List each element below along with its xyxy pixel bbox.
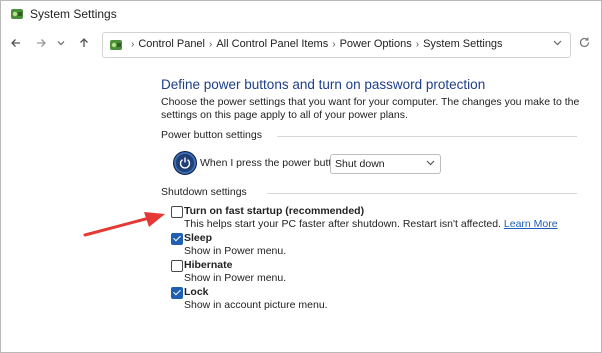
- breadcrumb-system-settings[interactable]: System Settings: [423, 38, 502, 50]
- sleep-description: Show in Power menu.: [184, 245, 287, 257]
- breadcrumb: › Control Panel › All Control Panel Items › P…: [127, 38, 503, 50]
- address-bar[interactable]: › Control Panel › All Control Panel Items › P…: [102, 32, 571, 58]
- section-divider: [277, 136, 577, 137]
- power-button-section-label: Power button settings: [161, 129, 262, 141]
- power-button-action-select[interactable]: Shut down: [330, 154, 441, 174]
- breadcrumb-all-items[interactable]: All Control Panel Items: [216, 38, 328, 50]
- window: System Settings › Control Panel › All Contr…: [0, 0, 602, 353]
- annotation-arrow-icon: [83, 212, 165, 237]
- power-button-icon: [173, 151, 197, 175]
- sleep-label[interactable]: Sleep: [184, 232, 212, 244]
- refresh-icon[interactable]: [576, 36, 592, 52]
- power-button-action-value: Shut down: [335, 158, 385, 170]
- chevron-right-icon: ›: [332, 39, 336, 50]
- chevron-right-icon: ›: [415, 39, 420, 50]
- fast-startup-label[interactable]: Turn on fast startup (recommended): [184, 205, 364, 217]
- arrow-right-icon[interactable]: [32, 34, 50, 52]
- chevron-right-icon: ›: [209, 39, 213, 50]
- sleep-checkbox[interactable]: [171, 233, 183, 245]
- page-title: Define power buttons and turn on passwor…: [161, 77, 486, 92]
- chevron-down-icon: [426, 158, 435, 169]
- window-title: System Settings: [30, 7, 117, 21]
- fast-startup-description: This helps start your PC faster after sh…: [184, 218, 558, 230]
- lock-label[interactable]: Lock: [184, 286, 209, 298]
- fast-startup-checkbox[interactable]: [171, 206, 183, 218]
- fast-startup-desc-text: This helps start your PC faster after sh…: [184, 218, 501, 230]
- hibernate-label[interactable]: Hibernate: [184, 259, 232, 271]
- page-description: Choose the power settings that you want …: [161, 96, 580, 121]
- hibernate-description: Show in Power menu.: [184, 272, 287, 284]
- learn-more-link[interactable]: Learn More: [504, 218, 558, 230]
- chevron-down-icon[interactable]: [553, 38, 562, 50]
- title-bar: System Settings: [1, 1, 601, 27]
- breadcrumb-control-panel[interactable]: Control Panel: [138, 38, 205, 50]
- main-content: Define power buttons and turn on passwor…: [1, 63, 601, 352]
- lock-checkbox[interactable]: [171, 287, 183, 299]
- power-button-label: When I press the power button:: [200, 157, 346, 169]
- breadcrumb-power-options[interactable]: Power Options: [340, 38, 412, 50]
- arrow-up-icon[interactable]: [75, 34, 93, 52]
- hibernate-checkbox[interactable]: [171, 260, 183, 272]
- control-panel-icon: [109, 38, 123, 52]
- arrow-left-icon[interactable]: [7, 34, 25, 52]
- shutdown-section-label: Shutdown settings: [161, 186, 247, 198]
- chevron-right-icon: ›: [131, 39, 135, 50]
- navigation-bar: › Control Panel › All Control Panel Items › P…: [1, 29, 601, 59]
- chevron-down-icon[interactable]: [55, 34, 67, 52]
- control-panel-icon: [10, 7, 24, 21]
- section-divider: [267, 193, 577, 194]
- lock-description: Show in account picture menu.: [184, 299, 328, 311]
